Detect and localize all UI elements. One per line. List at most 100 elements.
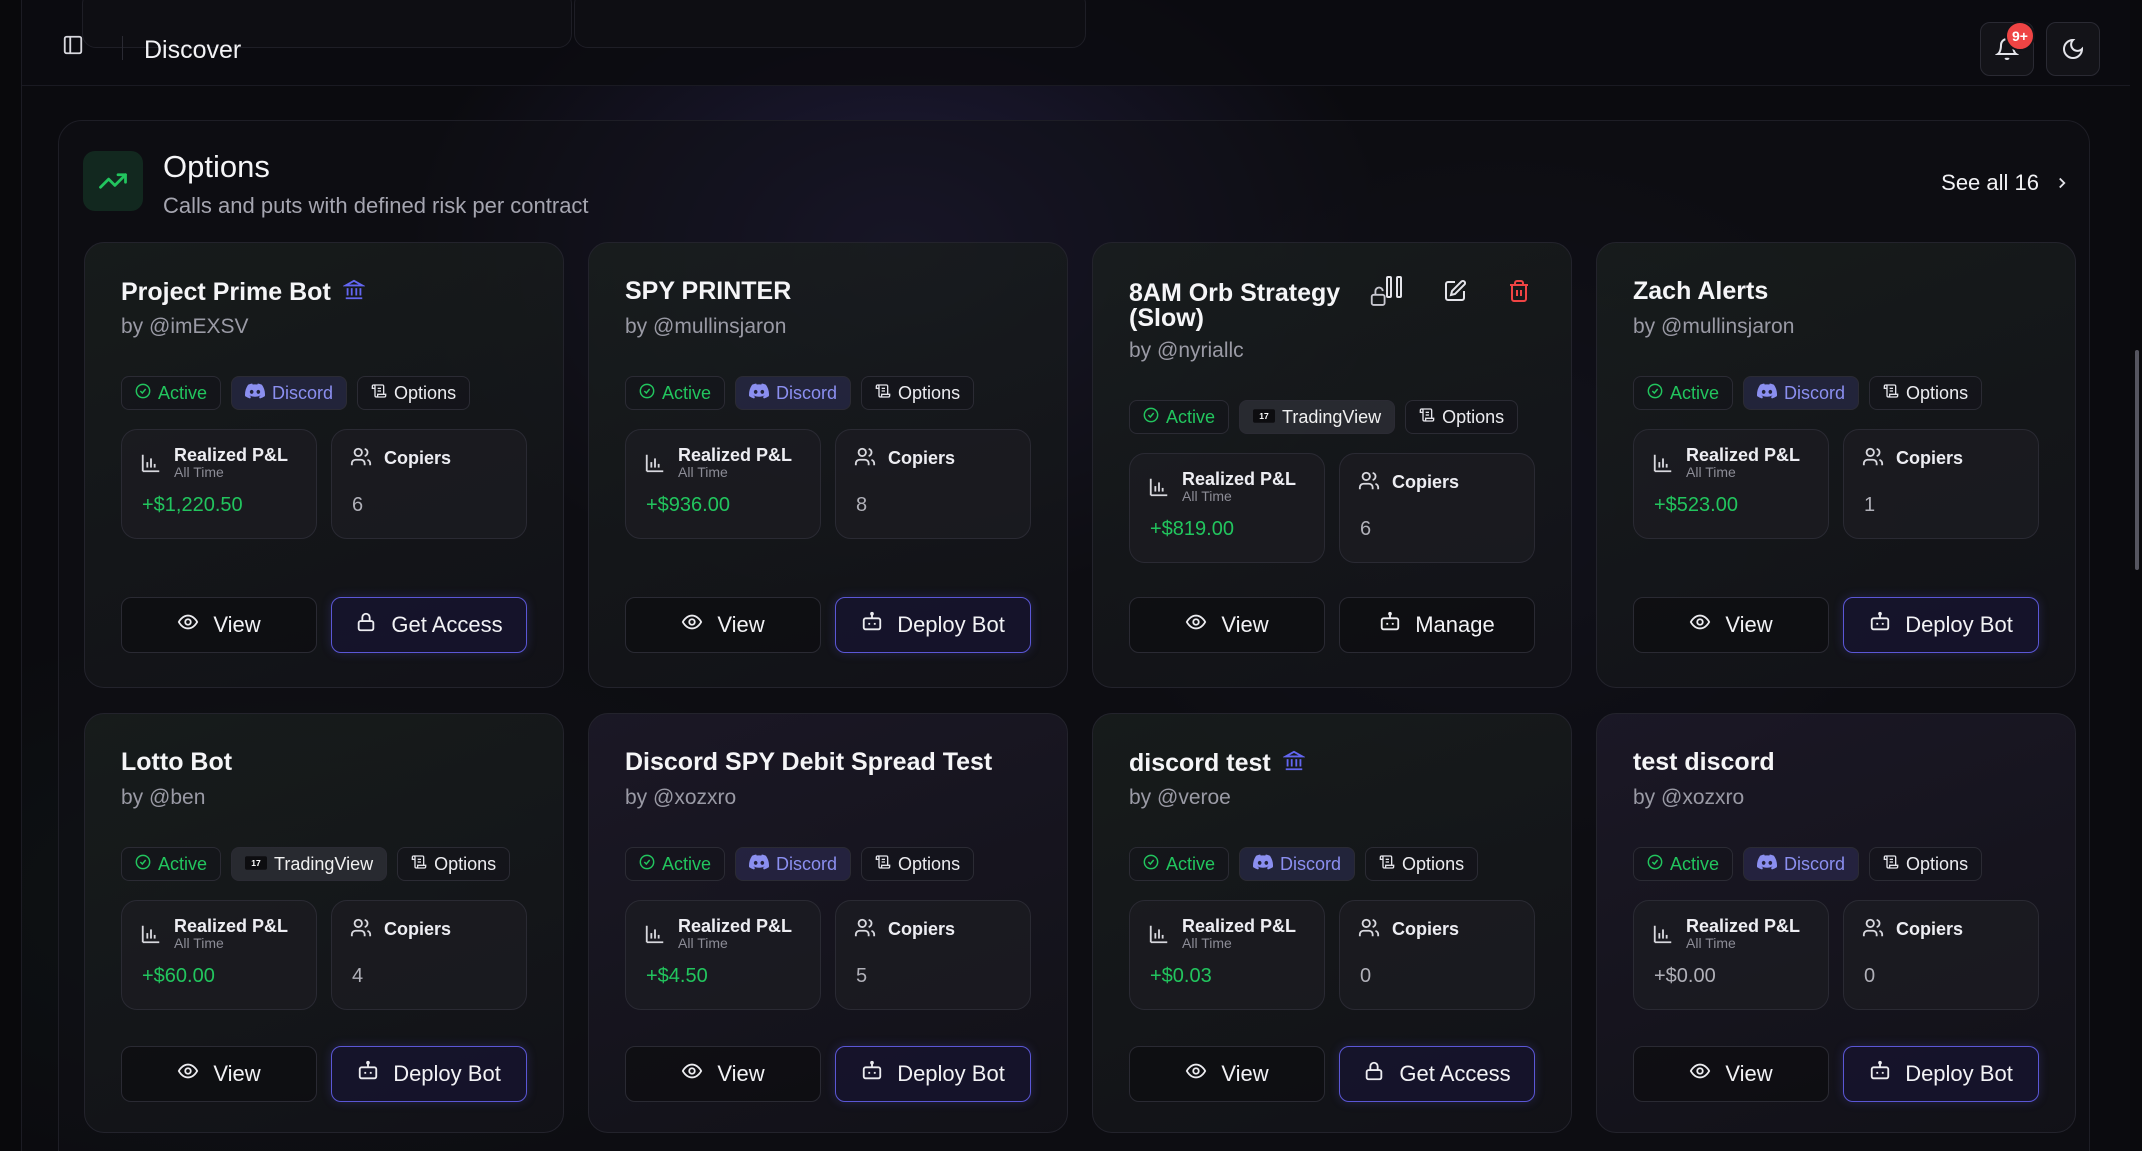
pnl-sublabel: All Time bbox=[678, 934, 728, 951]
card-author: by @nyriallc bbox=[1129, 339, 1244, 362]
users-icon bbox=[1862, 446, 1884, 473]
copiers-stat: Copiers 6 bbox=[331, 429, 527, 539]
see-all-link[interactable]: See all 16 bbox=[1941, 165, 2071, 201]
check-circle-icon bbox=[1647, 854, 1663, 875]
view-button[interactable]: View bbox=[1633, 1046, 1829, 1102]
bot-name: test discord bbox=[1633, 748, 1775, 776]
copiers-label: Copiers bbox=[1896, 919, 1964, 939]
pnl-stat: Realized P&L All Time +$523.00 bbox=[1633, 429, 1829, 539]
tradingview-icon: 17 bbox=[1253, 407, 1276, 428]
check-circle-icon bbox=[639, 383, 655, 404]
notifications-button[interactable]: 9+ bbox=[1980, 21, 2035, 76]
edit-icon[interactable] bbox=[1443, 279, 1467, 308]
pnl-stat: Realized P&L All Time +$0.03 bbox=[1129, 900, 1325, 1010]
copiers-value: 4 bbox=[352, 965, 364, 987]
bot-name: Project Prime Bot bbox=[121, 278, 331, 306]
bar-chart-icon bbox=[644, 923, 666, 950]
chevron-right-icon bbox=[2059, 177, 2066, 189]
copiers-value: 6 bbox=[352, 494, 364, 516]
check-circle-icon bbox=[639, 854, 655, 875]
pnl-label: Realized P&L bbox=[1686, 916, 1801, 936]
deploy-bot-button[interactable]: Deploy Bot bbox=[835, 1046, 1031, 1102]
copiers-stat: Copiers 0 bbox=[1843, 900, 2039, 1010]
trash-icon[interactable] bbox=[1507, 279, 1531, 308]
page-title: Discover bbox=[144, 36, 242, 64]
view-button[interactable]: View bbox=[121, 597, 317, 653]
scrollbar-thumb[interactable] bbox=[2135, 350, 2139, 570]
deploy-bot-button[interactable]: Deploy Bot bbox=[331, 1046, 527, 1102]
source-badge: Discord bbox=[1239, 847, 1356, 881]
pnl-sublabel: All Time bbox=[174, 463, 224, 480]
deploy-bot-button[interactable]: Deploy Bot bbox=[835, 597, 1031, 653]
copiers-label: Copiers bbox=[384, 448, 452, 468]
pnl-label: Realized P&L bbox=[678, 445, 793, 465]
bot-card: test discord by @xozxro Active Discord Op… bbox=[1596, 713, 2076, 1133]
scrollbar[interactable] bbox=[2130, 0, 2142, 1151]
lock-icon bbox=[355, 611, 377, 639]
view-button[interactable]: View bbox=[1129, 597, 1325, 653]
copiers-label: Copiers bbox=[1896, 448, 1964, 468]
bar-chart-icon bbox=[1652, 923, 1674, 950]
lock-icon bbox=[1363, 1060, 1385, 1088]
eye-icon bbox=[177, 611, 199, 639]
scroll-icon bbox=[371, 383, 387, 404]
copiers-value: 6 bbox=[1360, 518, 1372, 540]
manage-button[interactable]: Manage bbox=[1339, 597, 1535, 653]
copiers-stat: Copiers 1 bbox=[1843, 429, 2039, 539]
card-author: by @imEXSV bbox=[121, 315, 249, 338]
card-author: by @veroe bbox=[1129, 786, 1231, 809]
pnl-value: +$936.00 bbox=[646, 494, 730, 516]
trending-up-icon bbox=[99, 173, 127, 189]
pnl-sublabel: All Time bbox=[174, 934, 224, 951]
card-title: Lotto Bot bbox=[121, 750, 232, 775]
eye-icon bbox=[1689, 611, 1711, 639]
view-button[interactable]: View bbox=[121, 1046, 317, 1102]
users-icon bbox=[1358, 917, 1380, 944]
discord-icon bbox=[245, 383, 266, 404]
discord-icon bbox=[749, 383, 770, 404]
source-badge: Discord bbox=[1743, 847, 1860, 881]
view-button[interactable]: View bbox=[1633, 597, 1829, 653]
view-button[interactable]: View bbox=[625, 1046, 821, 1102]
bot-name: discord test bbox=[1129, 749, 1271, 777]
pause-icon[interactable] bbox=[1385, 275, 1403, 304]
card-author: by @xozxro bbox=[625, 786, 737, 809]
category-badge: Options bbox=[397, 847, 511, 881]
card-title: discord test bbox=[1129, 749, 1306, 777]
pnl-value: +$523.00 bbox=[1654, 494, 1738, 516]
pnl-stat: Realized P&L All Time +$0.00 bbox=[1633, 900, 1829, 1010]
status-badge: Active bbox=[625, 847, 726, 881]
copiers-label: Copiers bbox=[888, 448, 956, 468]
copiers-value: 1 bbox=[1864, 494, 1876, 516]
discord-icon bbox=[1253, 854, 1274, 875]
get-access-button[interactable]: Get Access bbox=[331, 597, 527, 653]
pnl-stat: Realized P&L All Time +$60.00 bbox=[121, 900, 317, 1010]
bot-name: Zach Alerts bbox=[1633, 277, 1769, 305]
pnl-label: Realized P&L bbox=[678, 916, 793, 936]
eye-icon bbox=[177, 1060, 199, 1088]
notification-badge: 9+ bbox=[2005, 21, 2035, 51]
copiers-label: Copiers bbox=[1392, 472, 1460, 492]
pnl-value: +$819.00 bbox=[1150, 518, 1234, 540]
get-access-button[interactable]: Get Access bbox=[1339, 1046, 1535, 1102]
deploy-bot-button[interactable]: Deploy Bot bbox=[1843, 597, 2039, 653]
check-circle-icon bbox=[1143, 407, 1159, 428]
bot-card: SPY PRINTER by @mullinsjaron Active Disco… bbox=[588, 242, 1068, 688]
scroll-icon bbox=[875, 383, 891, 404]
copiers-stat: Copiers 8 bbox=[835, 429, 1031, 539]
theme-toggle-button[interactable] bbox=[2046, 22, 2100, 76]
section-title: Options bbox=[163, 149, 270, 184]
bot-icon bbox=[1869, 1060, 1891, 1088]
view-button[interactable]: View bbox=[1129, 1046, 1325, 1102]
scroll-icon bbox=[875, 854, 891, 875]
copiers-stat: Copiers 0 bbox=[1339, 900, 1535, 1010]
badge-row: Active Discord Options bbox=[1633, 847, 1983, 881]
pnl-value: +$1,220.50 bbox=[142, 494, 243, 516]
discord-icon bbox=[1757, 854, 1778, 875]
status-badge: Active bbox=[1633, 847, 1734, 881]
view-button[interactable]: View bbox=[625, 597, 821, 653]
deploy-bot-button[interactable]: Deploy Bot bbox=[1843, 1046, 2039, 1102]
pnl-stat: Realized P&L All Time +$819.00 bbox=[1129, 453, 1325, 563]
category-badge: Options bbox=[1365, 847, 1479, 881]
sidebar-toggle-button[interactable] bbox=[60, 32, 86, 58]
